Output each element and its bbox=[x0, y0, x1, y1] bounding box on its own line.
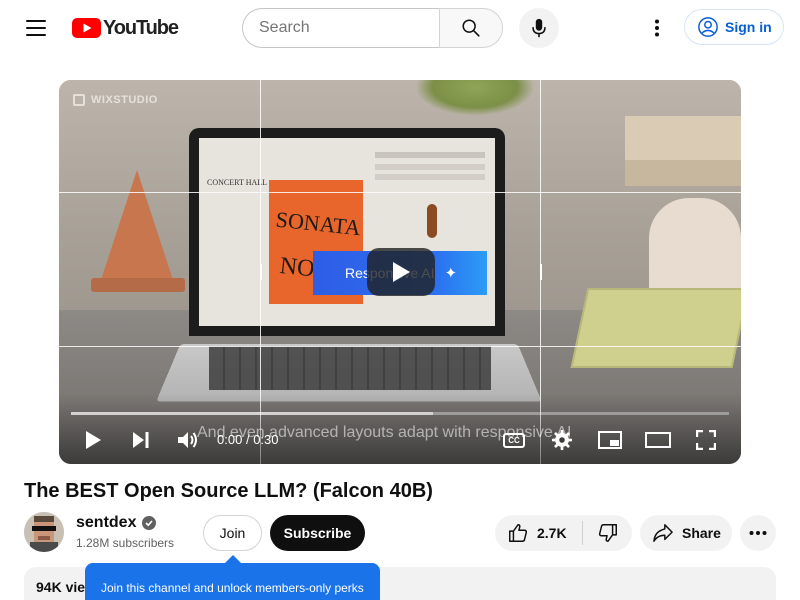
svg-text:SONATA: SONATA bbox=[275, 207, 362, 241]
more-actions-button[interactable] bbox=[740, 515, 776, 551]
scene-books-lower bbox=[625, 160, 741, 186]
watermark-text: WIXSTUDIO bbox=[91, 94, 158, 106]
progress-loaded bbox=[71, 412, 433, 415]
fullscreen-button[interactable] bbox=[688, 426, 724, 454]
search-input[interactable] bbox=[259, 19, 440, 37]
grid-line-horizontal-2 bbox=[59, 346, 741, 347]
progress-bar[interactable] bbox=[71, 412, 729, 415]
scene-plant bbox=[415, 80, 535, 116]
next-button[interactable] bbox=[123, 426, 159, 454]
grid-line-horizontal-1 bbox=[59, 192, 741, 193]
fullscreen-icon bbox=[696, 430, 716, 450]
channel-avatar[interactable] bbox=[24, 512, 64, 552]
dislike-button[interactable] bbox=[583, 515, 632, 551]
sparkle-icon: ✦ bbox=[444, 265, 458, 282]
masthead: YouTube Sign in bbox=[0, 0, 800, 56]
scene-tray bbox=[570, 288, 741, 368]
search-box bbox=[242, 8, 440, 48]
scene-arch-sculpture bbox=[649, 198, 741, 298]
more-vert-icon bbox=[655, 19, 659, 37]
microphone-icon bbox=[532, 18, 546, 38]
video-player[interactable]: CONCERT HALL SONATA NO.41 WIXSTUDIO Resp… bbox=[59, 80, 741, 464]
search-button[interactable] bbox=[439, 8, 503, 48]
scene-keyboard bbox=[209, 346, 491, 390]
join-button[interactable]: Join bbox=[203, 515, 262, 551]
play-icon bbox=[393, 262, 410, 282]
wix-logo-icon bbox=[73, 94, 85, 106]
play-icon bbox=[86, 431, 101, 449]
thumbs-down-icon bbox=[598, 524, 617, 542]
website-violin-image bbox=[427, 204, 437, 238]
logo-text: YouTube bbox=[103, 16, 179, 39]
youtube-logo[interactable]: YouTube bbox=[72, 16, 179, 39]
time-display: 0:00 / 0:30 bbox=[217, 432, 279, 447]
current-time: 0:00 bbox=[217, 432, 243, 447]
miniplayer-button[interactable] bbox=[592, 426, 628, 454]
scene-vase bbox=[101, 170, 173, 280]
account-circle-icon bbox=[698, 17, 718, 37]
join-tooltip: Join this channel and unlock members-onl… bbox=[85, 563, 380, 600]
volume-icon bbox=[178, 432, 197, 448]
grid-marker-right bbox=[540, 264, 542, 280]
share-label: Share bbox=[682, 525, 721, 541]
subscriber-count: 1.28M subscribers bbox=[76, 536, 175, 550]
duration: 0:30 bbox=[253, 432, 279, 447]
settings-button[interactable] bbox=[544, 426, 580, 454]
scene-laptop-screen: CONCERT HALL SONATA NO.41 bbox=[189, 128, 505, 336]
more-horiz-icon bbox=[749, 531, 767, 535]
volume-button[interactable] bbox=[170, 426, 206, 454]
subtitles-button[interactable]: CC bbox=[496, 426, 532, 454]
search-icon bbox=[462, 19, 480, 37]
like-button[interactable]: 2.7K bbox=[495, 515, 582, 551]
website-title: CONCERT HALL bbox=[207, 178, 268, 187]
like-count: 2.7K bbox=[537, 525, 567, 541]
verified-badge-icon bbox=[142, 516, 157, 530]
time-separator: / bbox=[245, 432, 250, 447]
large-play-button[interactable] bbox=[367, 248, 435, 296]
theater-mode-icon bbox=[645, 432, 671, 448]
like-dislike-group: 2.7K bbox=[495, 515, 632, 551]
laptop-website: CONCERT HALL SONATA NO.41 bbox=[199, 138, 495, 326]
play-button[interactable] bbox=[75, 426, 111, 454]
share-icon bbox=[653, 524, 673, 542]
skip-next-icon bbox=[133, 432, 149, 448]
channel-name[interactable]: sentdex bbox=[76, 514, 157, 532]
hamburger-menu-icon[interactable] bbox=[16, 16, 56, 40]
sign-in-button[interactable]: Sign in bbox=[684, 9, 784, 45]
subscribe-button[interactable]: Subscribe bbox=[270, 515, 365, 551]
website-text-lines bbox=[375, 152, 485, 158]
thumbs-up-icon bbox=[509, 524, 528, 542]
scene-vase-base bbox=[91, 278, 185, 292]
miniplayer-icon bbox=[598, 431, 622, 449]
share-button[interactable]: Share bbox=[640, 515, 732, 551]
grid-marker-left bbox=[260, 264, 262, 280]
avatar-image bbox=[24, 512, 64, 552]
gear-icon bbox=[551, 429, 573, 451]
theater-mode-button[interactable] bbox=[640, 426, 676, 454]
settings-more-button[interactable] bbox=[637, 8, 677, 48]
youtube-play-logo-icon bbox=[72, 18, 101, 38]
video-title: The BEST Open Source LLM? (Falcon 40B) bbox=[24, 480, 433, 502]
closed-captions-icon: CC bbox=[503, 432, 525, 448]
wix-studio-watermark: WIXSTUDIO bbox=[73, 94, 158, 106]
sign-in-label: Sign in bbox=[725, 19, 772, 35]
voice-search-button[interactable] bbox=[519, 8, 559, 48]
channel-name-text: sentdex bbox=[76, 514, 137, 531]
